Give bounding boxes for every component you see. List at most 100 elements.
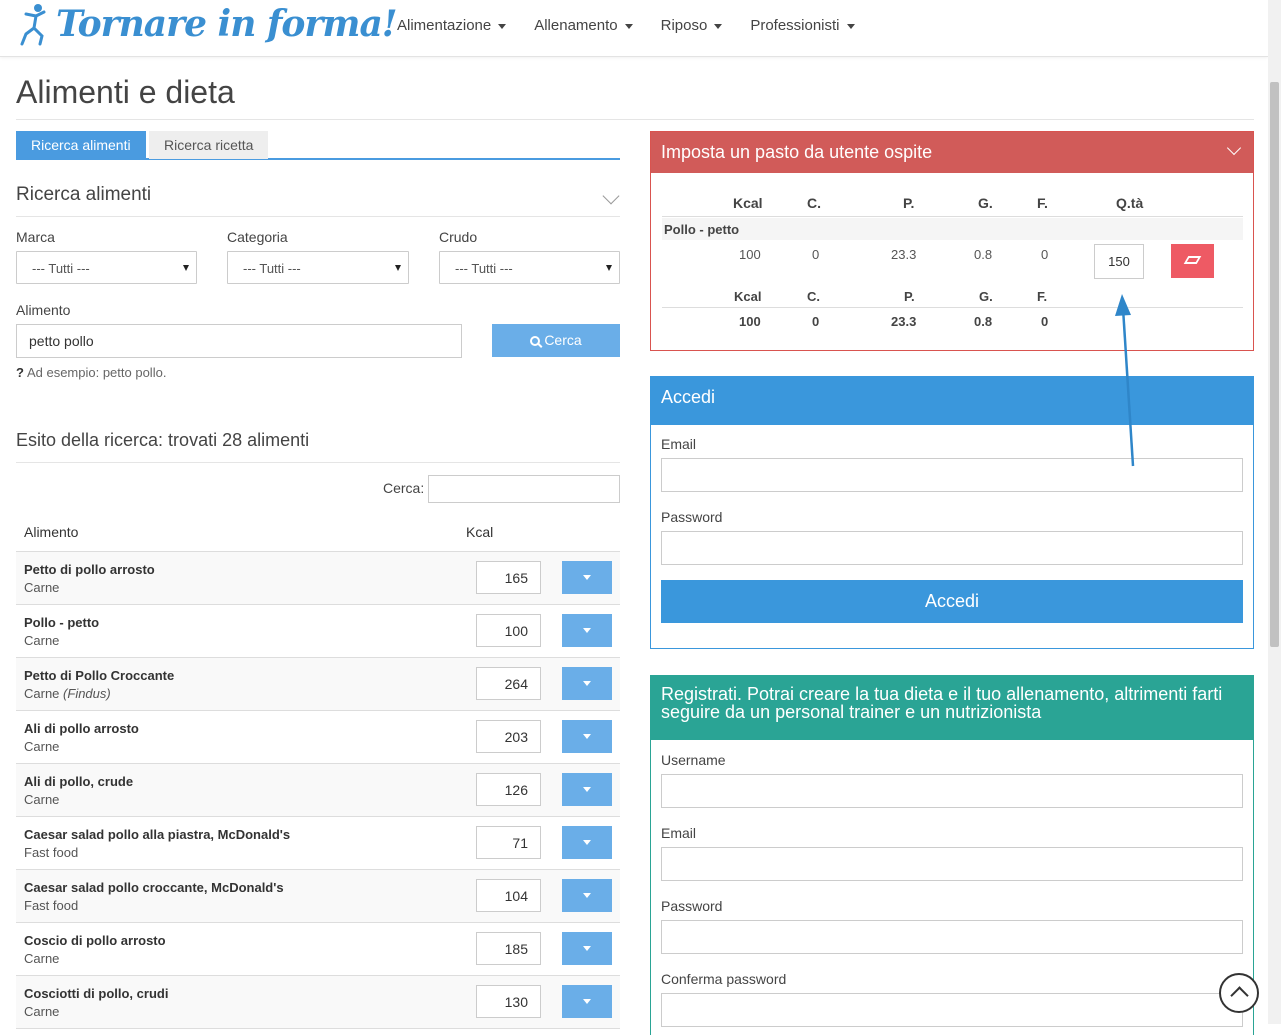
- table-filter-input[interactable]: [428, 475, 620, 503]
- meal-panel-header[interactable]: Imposta un pasto da utente ospite: [651, 132, 1253, 173]
- register-password-label: Password: [661, 898, 723, 914]
- kcal-input[interactable]: 185: [476, 932, 541, 965]
- nav-alimentazione[interactable]: Alimentazione: [397, 17, 507, 34]
- kcal-input[interactable]: 126: [476, 773, 541, 806]
- login-password-input[interactable]: [661, 531, 1243, 565]
- table-row: Ali di pollo arrosto Carne 203: [16, 711, 620, 764]
- food-category: Carne: [24, 951, 60, 966]
- add-food-dropdown-button[interactable]: [562, 561, 612, 594]
- scroll-to-top-button[interactable]: [1219, 973, 1259, 1013]
- login-password-label: Password: [661, 509, 723, 525]
- kcal-input[interactable]: 104: [476, 879, 541, 912]
- meal-header-carbs: C.: [807, 195, 821, 211]
- meal-totals-header-protein: P.: [904, 289, 915, 304]
- categoria-label: Categoria: [227, 229, 288, 245]
- table-row: Petto di pollo arrosto Carne 165: [16, 552, 620, 605]
- question-icon: ?: [16, 365, 24, 380]
- logo[interactable]: Tornare in forma!: [18, 2, 398, 46]
- caret-down-icon: [583, 734, 591, 739]
- kcal-input[interactable]: 71: [476, 826, 541, 859]
- kcal-input[interactable]: 165: [476, 561, 541, 594]
- crudo-select[interactable]: --- Tutti ---: [439, 251, 620, 284]
- table-filter-label: Cerca:: [383, 480, 425, 496]
- crudo-label: Crudo: [439, 229, 478, 245]
- login-button[interactable]: Accedi: [661, 580, 1243, 623]
- add-food-dropdown-button[interactable]: [562, 773, 612, 806]
- page-scrollbar[interactable]: [1268, 0, 1281, 1024]
- register-confirm-input[interactable]: [661, 993, 1243, 1027]
- kcal-input[interactable]: 100: [476, 614, 541, 647]
- nav-riposo[interactable]: Riposo: [661, 17, 723, 34]
- add-food-dropdown-button[interactable]: [562, 932, 612, 965]
- meal-header-kcal: Kcal: [733, 195, 763, 211]
- caret-down-icon: [583, 575, 591, 580]
- annotation-arrow-icon: [1115, 294, 1135, 467]
- register-email-input[interactable]: [661, 847, 1243, 881]
- dropdown-arrow-icon: [395, 265, 401, 271]
- tab-ricerca-alimenti[interactable]: Ricerca alimenti: [16, 131, 146, 159]
- divider: [16, 462, 620, 463]
- meal-totals-header-fat: G.: [979, 289, 993, 304]
- kcal-input[interactable]: 130: [476, 985, 541, 1018]
- nav-professionisti[interactable]: Professionisti: [750, 17, 855, 34]
- guest-meal-panel: Imposta un pasto da utente ospite Kcal C…: [650, 131, 1254, 351]
- meal-item-carbs: 0: [812, 247, 820, 262]
- runner-logo-icon: [20, 4, 46, 46]
- meal-total-fiber: 0: [1041, 314, 1049, 329]
- add-food-dropdown-button[interactable]: [562, 667, 612, 700]
- marca-select[interactable]: --- Tutti ---: [16, 251, 197, 284]
- login-panel: Accedi Email Password Accedi: [650, 376, 1254, 649]
- add-food-dropdown-button[interactable]: [562, 826, 612, 859]
- remove-food-button[interactable]: [1171, 244, 1214, 278]
- add-food-dropdown-button[interactable]: [562, 720, 612, 753]
- add-food-dropdown-button[interactable]: [562, 985, 612, 1018]
- table-row: Caesar salad pollo croccante, McDonald's…: [16, 870, 620, 923]
- food-name: Petto di Pollo Croccante: [24, 668, 175, 683]
- table-row: Coscio di pollo arrosto Carne 185: [16, 923, 620, 976]
- column-header-alimento[interactable]: Alimento: [24, 524, 78, 540]
- brand-name: Tornare in forma!: [56, 3, 398, 45]
- divider: [16, 216, 620, 217]
- food-name: Caesar salad pollo alla piastra, McDonal…: [24, 827, 291, 842]
- food-category: Carne: [24, 633, 60, 648]
- add-food-dropdown-button[interactable]: [562, 879, 612, 912]
- meal-header-protein: P.: [903, 195, 915, 211]
- caret-down-icon: [583, 840, 591, 845]
- divider: [662, 307, 1243, 308]
- column-header-kcal[interactable]: Kcal: [466, 524, 493, 540]
- meal-total-protein: 23.3: [891, 314, 917, 329]
- kcal-input[interactable]: 203: [476, 720, 541, 753]
- nav-allenamento[interactable]: Allenamento: [534, 17, 633, 34]
- login-email-input[interactable]: [661, 458, 1243, 492]
- kcal-input[interactable]: 264: [476, 667, 541, 700]
- food-category: Carne: [24, 580, 60, 595]
- register-panel-title: Registrati. Potrai creare la tua dieta e…: [651, 676, 1253, 740]
- food-category: Carne (Findus): [24, 686, 111, 701]
- alimento-label: Alimento: [16, 302, 71, 318]
- meal-totals-header-carbs: C.: [807, 289, 820, 304]
- cerca-button[interactable]: Cerca: [492, 324, 620, 357]
- chevron-down-icon[interactable]: [602, 187, 620, 205]
- main-menu: Alimentazione Allenamento Riposo Profess…: [397, 17, 883, 34]
- divider: [16, 119, 1254, 120]
- caret-down-icon: [498, 23, 507, 29]
- tab-ricerca-ricetta[interactable]: Ricerca ricetta: [149, 131, 269, 159]
- food-category: Fast food: [24, 898, 79, 913]
- meal-total-fat: 0.8: [974, 314, 993, 329]
- register-username-input[interactable]: [661, 774, 1243, 808]
- food-name: Ali di pollo arrosto: [24, 721, 139, 736]
- categoria-select[interactable]: --- Tutti ---: [227, 251, 409, 284]
- table-row: Caesar salad pollo alla piastra, McDonal…: [16, 817, 620, 870]
- add-food-dropdown-button[interactable]: [562, 614, 612, 647]
- register-username-label: Username: [661, 752, 726, 768]
- results-title: Esito della ricerca: trovati 28 alimenti: [16, 430, 310, 450]
- register-password-input[interactable]: [661, 920, 1243, 954]
- meal-total-kcal: 100: [739, 314, 761, 329]
- meal-header-fiber: F.: [1037, 195, 1048, 211]
- food-brand: (Findus): [63, 686, 111, 701]
- marca-label: Marca: [16, 229, 55, 245]
- quantity-input[interactable]: 150: [1094, 244, 1144, 279]
- alimento-input[interactable]: petto pollo: [16, 324, 462, 358]
- chevron-down-icon: [1226, 140, 1242, 156]
- scrollbar-thumb[interactable]: [1270, 82, 1279, 647]
